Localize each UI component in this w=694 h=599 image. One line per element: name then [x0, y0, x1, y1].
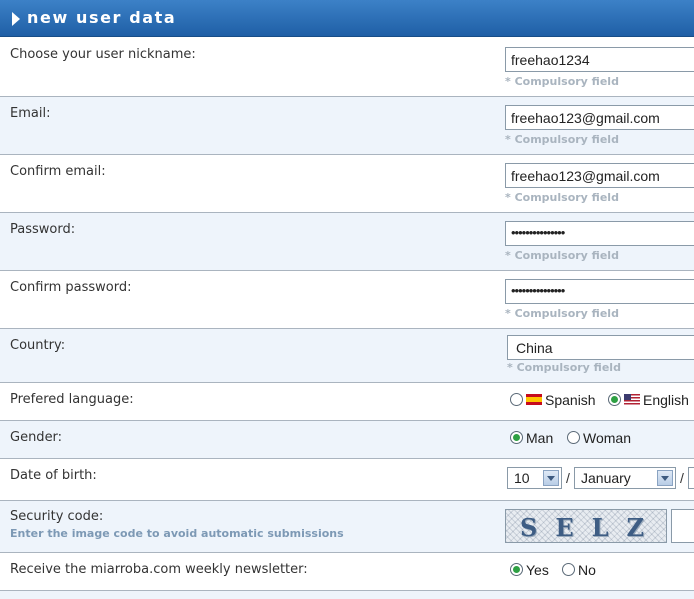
gender-man-label: Man [526, 430, 554, 446]
email-input[interactable]: freehao123@gmail.com [505, 105, 694, 130]
confirm-email-input[interactable]: freehao123@gmail.com [505, 163, 694, 188]
language-row: Prefered language: Spanish English [0, 383, 694, 421]
security-hint: Enter the image code to avoid automatic … [10, 527, 344, 540]
country-select[interactable]: China [507, 335, 694, 360]
compulsory-note: * Compulsory field [505, 249, 619, 262]
dob-day-value: 10 [514, 470, 530, 486]
confirm-email-row: Confirm email: freehao123@gmail.com * Co… [0, 155, 694, 213]
dob-month-select[interactable]: January [574, 467, 676, 489]
password-input[interactable]: ••••••••••••••• [505, 221, 694, 246]
language-english-radio[interactable] [608, 393, 621, 406]
compulsory-note: * Compulsory field [505, 307, 619, 320]
section-title: new user data [27, 8, 177, 27]
form-footer [0, 591, 694, 599]
chevron-down-icon[interactable] [543, 470, 559, 486]
newsletter-no-label: No [578, 562, 596, 578]
gender-row: Gender: Man Woman [0, 421, 694, 459]
compulsory-note: * Compulsory field [505, 133, 619, 146]
security-row: Security code: Enter the image code to a… [0, 501, 694, 553]
nickname-row: Choose your user nickname: freehao1234 *… [0, 38, 694, 97]
language-english-label: English [643, 392, 689, 408]
captcha-image: SELZ [505, 509, 667, 543]
dob-separator: / [680, 470, 684, 486]
security-code-input[interactable] [671, 509, 694, 543]
password-row: Password: ••••••••••••••• * Compulsory f… [0, 213, 694, 271]
confirm-email-label: Confirm email: [10, 164, 106, 179]
newsletter-row: Receive the miarroba.com weekly newslett… [0, 553, 694, 591]
dob-separator: / [566, 470, 570, 486]
dob-row: Date of birth: 10 / January / [0, 459, 694, 501]
compulsory-note: * Compulsory field [505, 191, 619, 204]
language-spanish-label: Spanish [545, 392, 596, 408]
confirm-password-row: Confirm password: ••••••••••••••• * Comp… [0, 271, 694, 329]
captcha-text: SELZ [520, 513, 663, 542]
dob-label: Date of birth: [10, 468, 97, 483]
country-row: Country: China * Compulsory field [0, 329, 694, 383]
security-label: Security code: [10, 509, 104, 524]
language-spanish-radio[interactable] [510, 393, 523, 406]
section-header: new user data [0, 0, 694, 37]
language-label: Prefered language: [10, 392, 134, 407]
email-row: Email: freehao123@gmail.com * Compulsory… [0, 97, 694, 155]
dob-day-select[interactable]: 10 [507, 467, 562, 489]
password-label: Password: [10, 222, 76, 237]
gender-woman-label: Woman [583, 430, 631, 446]
newsletter-yes-radio[interactable] [510, 563, 523, 576]
spain-flag-icon [526, 394, 542, 405]
usa-flag-icon [624, 394, 640, 405]
newsletter-yes-label: Yes [526, 562, 549, 578]
newsletter-label: Receive the miarroba.com weekly newslett… [10, 562, 308, 577]
email-label: Email: [10, 106, 51, 121]
chevron-down-icon[interactable] [657, 470, 673, 486]
compulsory-note: * Compulsory field [505, 75, 619, 88]
gender-label: Gender: [10, 430, 63, 445]
newsletter-no-radio[interactable] [562, 563, 575, 576]
nickname-input[interactable]: freehao1234 [505, 47, 694, 72]
dob-year-select[interactable] [688, 467, 694, 489]
triangle-right-icon [12, 12, 20, 26]
gender-man-radio[interactable] [510, 431, 523, 444]
gender-woman-radio[interactable] [567, 431, 580, 444]
nickname-label: Choose your user nickname: [10, 47, 196, 62]
confirm-password-label: Confirm password: [10, 280, 132, 295]
country-label: Country: [10, 338, 66, 353]
compulsory-note: * Compulsory field [507, 361, 621, 374]
confirm-password-input[interactable]: ••••••••••••••• [505, 279, 694, 304]
dob-month-value: January [581, 470, 631, 486]
